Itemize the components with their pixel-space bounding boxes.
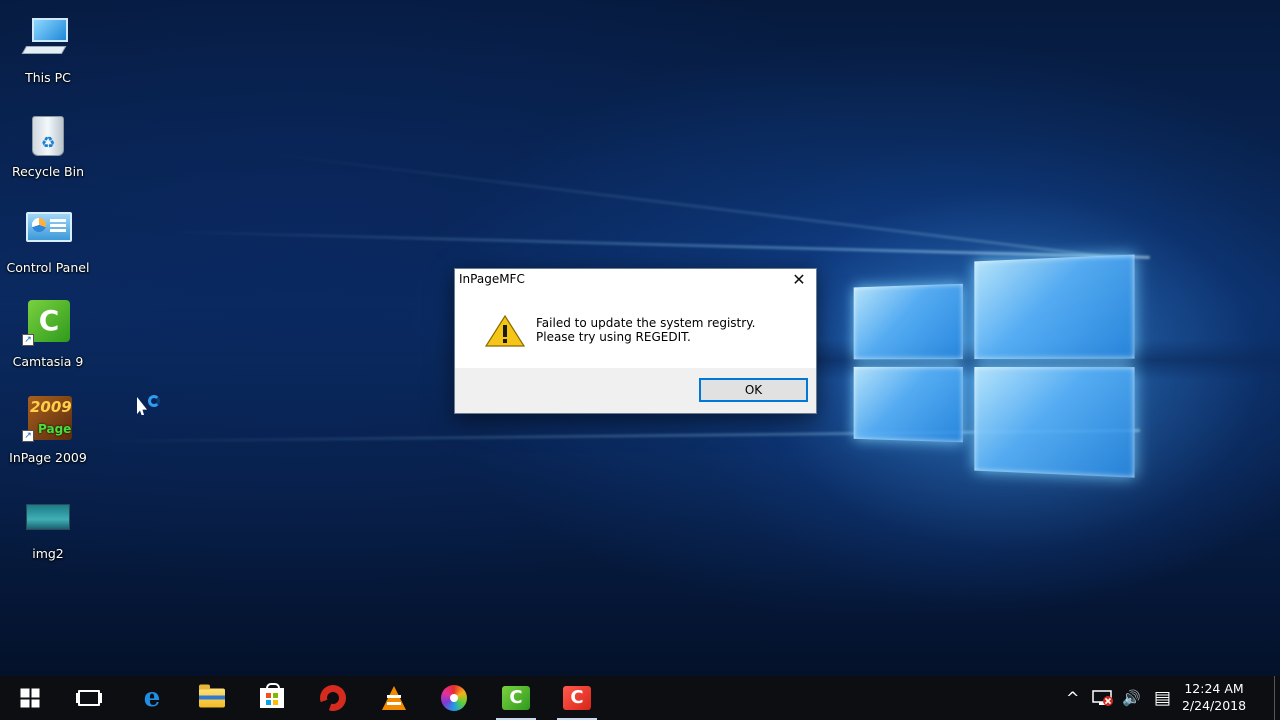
control-panel-icon (20, 206, 76, 256)
dialog-body: Failed to update the system registry. Pl… (455, 291, 816, 369)
taskbar-camtasia-red[interactable]: C (553, 676, 601, 720)
inpage-logo-year: 2009 (30, 398, 72, 416)
windows-start-icon (20, 688, 40, 708)
desktop-icon-control-panel[interactable]: Control Panel (2, 206, 94, 275)
color-wheel-icon (441, 685, 467, 711)
dialog-message-line: Failed to update the system registry. (536, 316, 756, 330)
taskbar-clock[interactable]: 12:24 AM 2/24/2018 (1174, 680, 1254, 714)
action-center-icon: ▤ (1154, 687, 1172, 709)
edge-browser-icon: e (143, 683, 161, 713)
taskbar-edge[interactable]: e (128, 676, 176, 720)
shortcut-arrow-icon: ↗ (22, 430, 34, 442)
desktop-icon-inpage-2009[interactable]: 2009 Page ↗ InPage 2009 (2, 396, 94, 465)
desktop-icon-label: This PC (25, 70, 71, 85)
tray-volume[interactable]: 🔊 (1122, 676, 1146, 720)
close-icon[interactable]: ✕ (782, 269, 816, 291)
inpage-icon: 2009 Page ↗ (20, 396, 76, 446)
taskbar-ccleaner[interactable] (309, 676, 357, 720)
desktop-icon-label: Camtasia 9 (12, 354, 84, 369)
tray-overflow-button[interactable]: ^ (1064, 676, 1084, 720)
tray-notifications[interactable]: ▤ (1152, 676, 1176, 720)
image-file-icon (20, 492, 76, 542)
task-view-icon (78, 690, 100, 706)
desktop-icon-label: Recycle Bin (11, 164, 85, 179)
desktop-icon-camtasia-9[interactable]: C ↗ Camtasia 9 (2, 300, 94, 369)
vlc-icon (382, 686, 406, 710)
ok-button[interactable]: OK (699, 378, 808, 402)
dialog-title: InPageMFC (459, 272, 525, 286)
store-icon (260, 683, 284, 708)
taskbar-vlc[interactable] (370, 676, 418, 720)
camtasia-icon: C ↗ (20, 300, 76, 350)
inpage-logo-brand: Page (38, 422, 72, 436)
dialog-footer: OK (455, 368, 816, 413)
desktop-icon-label: InPage 2009 (9, 450, 87, 465)
desktop-icon-label: Control Panel (6, 260, 90, 275)
taskbar-camtasia-recorder[interactable]: C (492, 676, 540, 720)
dialog-message: Failed to update the system registry. Pl… (536, 316, 755, 344)
clock-date: 2/24/2018 (1181, 698, 1247, 713)
taskbar-file-explorer[interactable] (188, 676, 236, 720)
error-dialog: InPageMFC ✕ Failed to update the system … (454, 268, 817, 414)
wallpaper-windows-logo (848, 248, 1136, 482)
desktop-icon-label: img2 (32, 546, 64, 561)
clock-time: 12:24 AM (1184, 681, 1244, 696)
ccleaner-icon (320, 685, 346, 711)
task-view-button[interactable] (65, 676, 113, 720)
dialog-titlebar[interactable]: InPageMFC ✕ (455, 269, 816, 291)
desktop-icon-img2[interactable]: img2 (2, 492, 94, 561)
computer-icon (20, 16, 76, 66)
show-desktop-button[interactable] (1274, 676, 1280, 720)
taskbar-color-app[interactable] (430, 676, 478, 720)
desktop-icon-recycle-bin[interactable]: ♻ Recycle Bin (2, 110, 94, 179)
taskbar: e C C ^ 🔊 ▤ 12:24 AM 2/24/2018 (0, 676, 1280, 720)
taskbar-store[interactable] (248, 676, 296, 720)
recycle-bin-icon: ♻ (20, 110, 76, 160)
warning-icon (485, 315, 525, 347)
start-button[interactable] (6, 676, 54, 720)
desktop-icon-this-pc[interactable]: This PC (2, 16, 94, 85)
busy-cursor-icon (137, 395, 165, 419)
shortcut-arrow-icon: ↗ (22, 334, 34, 346)
speaker-icon: 🔊 (1122, 689, 1141, 707)
tray-network[interactable] (1092, 676, 1116, 720)
network-disconnected-icon (1092, 690, 1113, 706)
chevron-up-icon: ^ (1066, 688, 1080, 708)
camtasia-red-icon: C (563, 686, 591, 710)
dialog-message-line: Please try using REGEDIT. (536, 330, 691, 344)
camtasia-green-icon: C (502, 686, 530, 710)
folder-icon (199, 684, 225, 708)
